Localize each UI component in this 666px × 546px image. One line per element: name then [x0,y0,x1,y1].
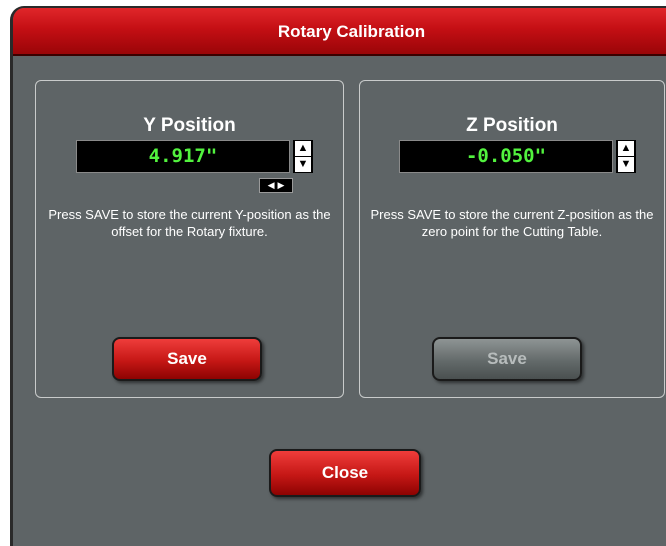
z-position-title: Z Position [466,115,558,136]
z-increment-arrow-up-icon[interactable]: ▲ [618,141,634,156]
title-bar: Rotary Calibration [13,8,666,56]
y-left-right-toggle[interactable]: ◀ ▶ [259,178,293,193]
y-decrement-arrow-down-icon[interactable]: ▼ [295,157,311,172]
y-position-panel: Y Position 4.917" ▲ ▼ ◀ ▶ Press SAVE to … [35,80,344,398]
z-position-spinner: ▲ ▼ [616,140,636,173]
y-position-title: Y Position [143,115,236,136]
close-button[interactable]: Close [269,449,421,497]
rotary-calibration-window: Rotary Calibration Y Position 4.917" ▲ ▼… [10,6,666,546]
z-save-button[interactable]: Save [432,337,582,381]
window-title: Rotary Calibration [277,22,426,41]
arrow-left-icon[interactable]: ◀ [268,180,275,191]
y-position-readout[interactable]: 4.917" [76,140,290,173]
z-position-description: Press SAVE to store the current Z-positi… [370,207,654,239]
z-position-readout[interactable]: -0.050" [399,140,613,173]
arrow-right-icon[interactable]: ▶ [278,180,285,191]
z-decrement-arrow-down-icon[interactable]: ▼ [618,157,634,172]
y-increment-arrow-up-icon[interactable]: ▲ [295,141,311,156]
y-save-button[interactable]: Save [112,337,262,381]
y-position-spinner: ▲ ▼ [293,140,313,173]
y-position-description: Press SAVE to store the current Y-positi… [48,207,331,239]
z-position-panel: Z Position -0.050" ▲ ▼ Press SAVE to sto… [359,80,665,398]
